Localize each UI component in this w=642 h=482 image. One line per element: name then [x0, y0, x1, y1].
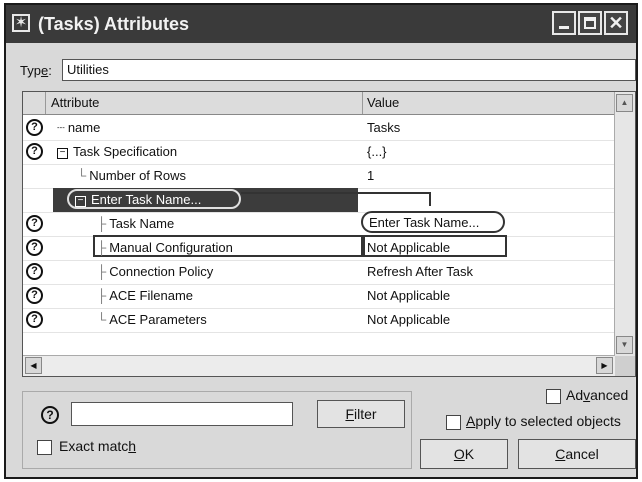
callout-line [241, 192, 431, 194]
attribute-name: name [67, 120, 101, 135]
attribute-name: Task Name [109, 216, 175, 231]
ok-button[interactable]: OK [420, 439, 508, 469]
attribute-value[interactable]: {...} [367, 144, 387, 159]
advanced-label[interactable]: Advanced [566, 387, 628, 403]
table-row-selected[interactable]: − Enter Task Name... [23, 188, 615, 213]
apply-to-selected-label[interactable]: Apply to selected objects [466, 413, 621, 429]
attributes-dialog: ✶ (Tasks) Attributes ✕ Type: Utilities A… [4, 3, 638, 479]
vertical-scrollbar[interactable]: ▲ ▼ [614, 92, 635, 356]
help-icon[interactable]: ? [26, 311, 43, 328]
tree-connector-icon: ├ [97, 264, 107, 279]
attribute-name: ACE Parameters [109, 312, 207, 327]
attribute-name: Number of Rows [89, 168, 187, 183]
help-icon[interactable]: ? [26, 119, 43, 136]
attribute-value[interactable]: Refresh After Task [367, 264, 473, 279]
scrollbar-corner [615, 356, 635, 376]
callout-oval: − Enter Task Name... [67, 189, 241, 209]
minimize-icon[interactable] [552, 11, 576, 35]
attribute-name: Task Specification [73, 144, 178, 159]
type-label: Type: [20, 63, 52, 78]
attribute-value[interactable]: Not Applicable [367, 312, 450, 327]
exact-match-checkbox[interactable] [37, 440, 52, 455]
table-row[interactable]: ? ┄ name Tasks [23, 116, 615, 141]
help-icon[interactable]: ? [41, 406, 59, 424]
table-row[interactable]: ? ├ Connection Policy Refresh After Task [23, 260, 615, 285]
scroll-down-icon[interactable]: ▼ [616, 336, 633, 354]
type-input[interactable]: Utilities [62, 59, 636, 81]
collapse-icon[interactable]: − [75, 196, 86, 207]
star-icon: ✶ [12, 14, 30, 32]
table-row[interactable]: └ Number of Rows 1 [23, 164, 615, 189]
filter-input[interactable] [71, 402, 293, 426]
table-row[interactable]: ? ├ Task Name Enter Task Name... [23, 211, 615, 237]
attribute-name: Connection Policy [109, 264, 214, 279]
attribute-value-callout[interactable]: Enter Task Name... [361, 211, 505, 233]
attribute-value[interactable]: 1 [367, 168, 374, 183]
help-icon[interactable]: ? [26, 239, 43, 256]
advanced-checkbox[interactable] [546, 389, 561, 404]
table-row[interactable]: ? ├ ACE Filename Not Applicable [23, 284, 615, 309]
scroll-up-icon[interactable]: ▲ [616, 94, 633, 112]
callout-line [429, 192, 431, 206]
attribute-name: Enter Task Name... [91, 192, 202, 207]
filter-button[interactable]: Filter [317, 400, 405, 428]
window-title: (Tasks) Attributes [38, 14, 190, 34]
grid-header: Attribute Value [23, 92, 615, 115]
attribute-value[interactable]: Not Applicable [367, 240, 450, 255]
tree-connector-icon: ┄ [57, 120, 65, 135]
help-icon[interactable]: ? [26, 287, 43, 304]
title-bar[interactable]: ✶ (Tasks) Attributes ✕ [6, 5, 636, 43]
table-row[interactable]: ? └ ACE Parameters Not Applicable [23, 308, 615, 333]
help-icon[interactable]: ? [26, 215, 43, 232]
table-row[interactable]: ? − Task Specification {...} [23, 140, 615, 165]
attribute-name: Manual Configuration [109, 240, 233, 255]
collapse-icon[interactable]: − [57, 148, 68, 159]
horizontal-scrollbar[interactable]: ◀ ▶ [23, 355, 615, 376]
tree-connector-icon: └ [97, 312, 107, 327]
attribute-name: ACE Filename [109, 288, 194, 303]
scroll-right-icon[interactable]: ▶ [596, 357, 613, 374]
tree-connector-icon: ├ [97, 240, 107, 255]
cancel-button[interactable]: Cancel [518, 439, 636, 469]
attribute-value[interactable]: Not Applicable [367, 288, 450, 303]
attribute-grid: Attribute Value ? ┄ name Tasks ? − Task Sp… [22, 91, 636, 377]
maximize-icon[interactable] [578, 11, 602, 35]
help-icon[interactable]: ? [26, 143, 43, 160]
attribute-column-header[interactable]: Attribute [45, 92, 363, 114]
tree-connector-icon: ├ [97, 216, 107, 231]
value-column-header[interactable]: Value [363, 92, 615, 114]
apply-to-selected-checkbox[interactable] [446, 415, 461, 430]
close-icon[interactable]: ✕ [604, 11, 628, 35]
tree-connector-icon: ├ [97, 288, 107, 303]
scroll-left-icon[interactable]: ◀ [25, 357, 42, 374]
table-row[interactable]: ? ├ Manual Configuration Not Applicable [23, 235, 615, 261]
help-icon[interactable]: ? [26, 263, 43, 280]
filter-group: ? Filter Exact match [22, 391, 412, 469]
exact-match-label[interactable]: Exact match [59, 438, 136, 454]
tree-connector-icon: └ [77, 168, 87, 183]
attribute-value[interactable]: Tasks [367, 120, 400, 135]
